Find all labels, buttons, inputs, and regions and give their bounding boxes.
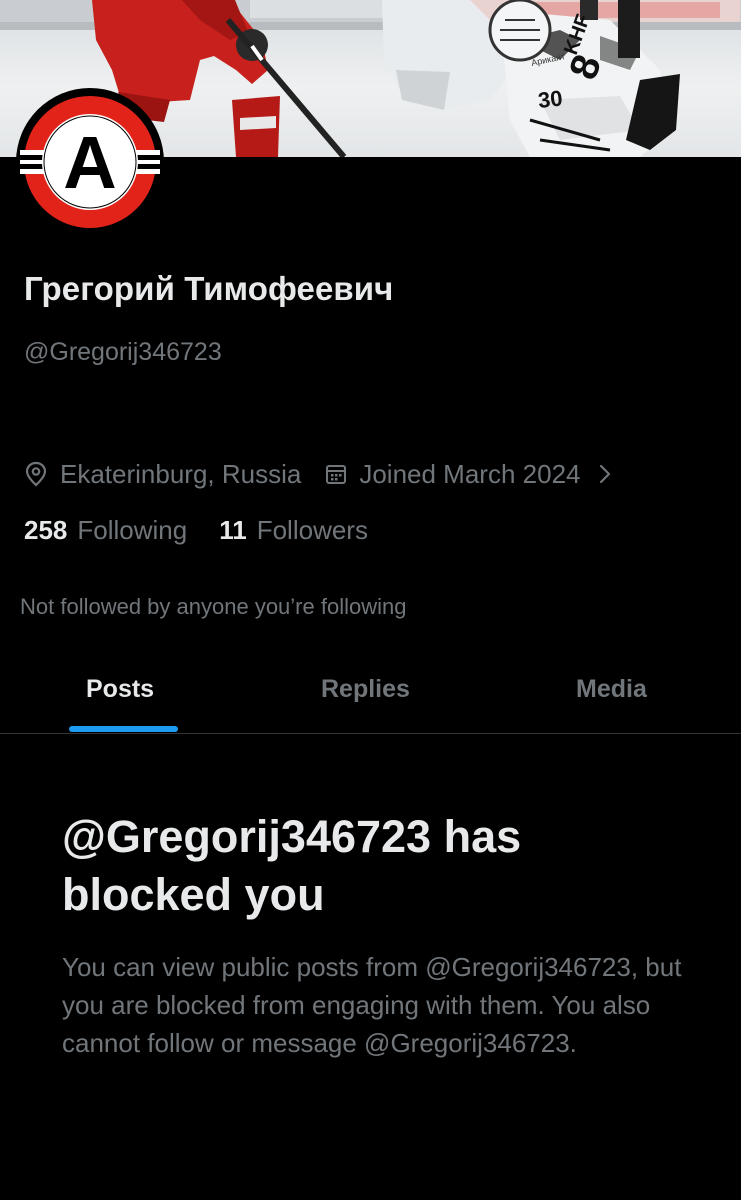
profile-avatar[interactable]: A [16, 88, 164, 236]
followed-by-text: Not followed by anyone you’re following [20, 594, 407, 619]
location-pin-icon [25, 461, 47, 487]
chevron-right-icon[interactable] [598, 463, 612, 485]
tab-media[interactable]: Media [576, 660, 647, 734]
profile-display-name: Грегорий Тимофеевич [24, 270, 394, 307]
profile-meta-row: Ekaterinburg, Russia Joined March 2024 [24, 456, 612, 492]
jersey-number-a: 30 [537, 86, 564, 113]
blocked-description: You can view public posts from @Gregorij… [62, 952, 682, 1058]
tabs-divider [0, 733, 741, 734]
blocked-title: @Gregorij346723 has blocked you [62, 811, 522, 920]
tab-posts[interactable]: Posts [86, 660, 154, 734]
followers-stat[interactable]: 11 Followers [219, 515, 368, 546]
followers-count: 11 [219, 515, 247, 545]
profile-tabs: Posts Replies Media [0, 660, 741, 734]
tab-replies[interactable]: Replies [321, 660, 410, 734]
profile-location: Ekaterinburg, Russia [24, 459, 301, 490]
following-stat[interactable]: 258 Following [24, 515, 187, 546]
profile-joined: Joined March 2024 [325, 459, 580, 490]
calendar-icon [326, 465, 347, 484]
avtomobilist-logo-icon: A [19, 91, 161, 233]
followers-label: Followers [256, 515, 368, 545]
following-label: Following [77, 515, 188, 545]
profile-handle: @Gregorij346723 [24, 338, 222, 366]
active-tab-indicator [69, 726, 178, 732]
joined-text: Joined March 2024 [359, 458, 581, 489]
following-count: 258 [24, 515, 68, 545]
profile-stats: 258 Following 11 Followers [24, 515, 368, 546]
location-text: Ekaterinburg, Russia [60, 458, 302, 489]
avatar-letter: A [63, 121, 116, 204]
